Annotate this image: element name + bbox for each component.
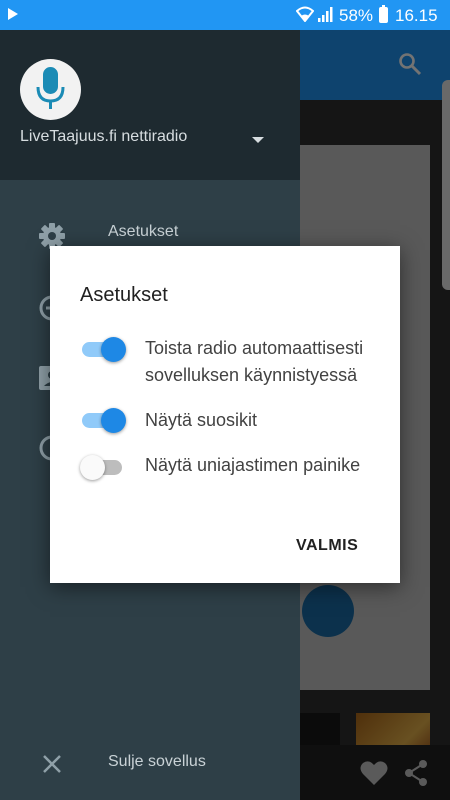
drawer-header: LiveTaajuus.fi nettiradio xyxy=(0,30,300,180)
setting-label: Näytä uniajastimen painike xyxy=(145,455,361,475)
sleep-timer-switch[interactable] xyxy=(80,454,124,480)
app-avatar xyxy=(20,59,81,120)
switch-thumb xyxy=(101,408,126,433)
play-notification-icon xyxy=(8,8,18,20)
switch-thumb xyxy=(101,337,126,362)
switch-thumb xyxy=(80,455,105,480)
drawer-item-close-app[interactable]: Sulje sovellus xyxy=(0,740,300,788)
setting-label: Toista radio automaattisesti sovelluksen… xyxy=(145,338,364,385)
dialog-title: Asetukset xyxy=(80,284,168,306)
app-name: LiveTaajuus.fi nettiradio xyxy=(20,128,188,145)
drawer-item-label: Asetukset xyxy=(108,223,179,240)
setting-label: Näytä suosikit xyxy=(145,410,258,430)
status-bar: 58% 16.15 xyxy=(0,0,450,30)
done-button[interactable]: VALMIS xyxy=(296,537,358,555)
microphone-icon xyxy=(36,67,65,109)
battery-icon xyxy=(379,5,388,23)
favorites-switch[interactable] xyxy=(80,407,126,433)
signal-icon xyxy=(318,7,333,22)
dropdown-arrow-icon[interactable] xyxy=(252,137,264,143)
clock: 16.15 xyxy=(395,6,438,25)
close-icon xyxy=(43,755,61,773)
close-app-label: Sulje sovellus xyxy=(108,753,206,770)
wifi-icon xyxy=(296,6,314,22)
battery-percent: 58% xyxy=(339,6,374,25)
settings-dialog: Asetukset Toista radio automaattisesti s… xyxy=(50,246,400,583)
autoplay-switch[interactable] xyxy=(80,336,126,362)
